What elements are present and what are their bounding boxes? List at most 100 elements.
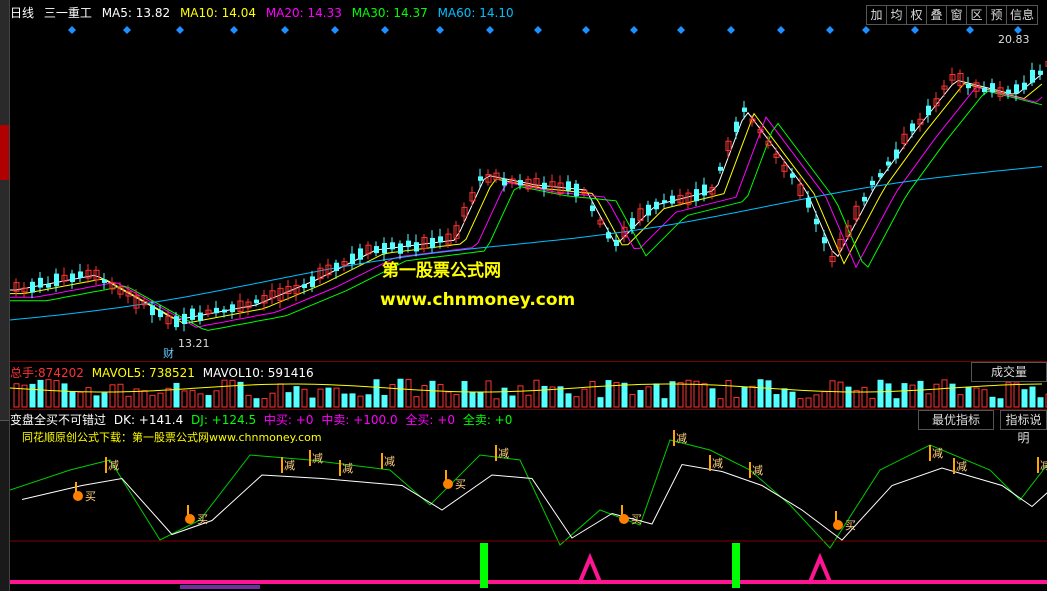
indicator-lines [10, 439, 1047, 549]
volume-bar [405, 378, 412, 408]
mavol5-label: MAVOL5: 738521 [91, 366, 195, 380]
sidebar-tab-kline[interactable] [0, 125, 9, 181]
bottom-purple-strip [180, 585, 260, 589]
bottom-signal-bars [10, 543, 1047, 589]
volume-bar [189, 390, 196, 408]
volume-bar [333, 387, 340, 408]
candle-body [806, 197, 811, 208]
signal-diamond [727, 26, 735, 34]
magenta-spike [808, 552, 832, 583]
volume-bar [669, 381, 676, 408]
best-indicator-button[interactable]: 最优指标 [918, 410, 994, 430]
volume-bar [173, 382, 180, 408]
volume-bar [413, 396, 420, 408]
volume-bar [589, 380, 596, 408]
volume-bar [493, 398, 500, 408]
volume-bar [205, 395, 212, 408]
volume-bar [893, 398, 900, 408]
volume-bar [517, 385, 524, 408]
sidebar-tab-ranking[interactable] [0, 300, 9, 361]
volume-bar [381, 394, 388, 408]
volume-bar [157, 392, 164, 408]
volume-bar [845, 386, 852, 408]
candle-body [254, 299, 259, 304]
volume-bar [245, 394, 252, 408]
candle-body [158, 310, 163, 318]
reduce-label: 减 [342, 462, 353, 475]
volume-bar [317, 388, 324, 408]
candle-body [374, 246, 379, 254]
sidebar-tab-intraday[interactable] [0, 70, 9, 126]
buy-label: 买 [455, 478, 466, 491]
green-signal-bar [480, 543, 488, 588]
buy-dot [619, 514, 629, 524]
reduce-label: 减 [752, 464, 763, 477]
reduce-label: 减 [108, 459, 119, 472]
volume-bar [109, 384, 116, 408]
volume-bar [581, 388, 588, 408]
volume-bar [941, 379, 948, 408]
volume-bar [437, 384, 444, 408]
bottom-magenta-strip [10, 580, 1047, 584]
volume-bar [821, 391, 828, 408]
zhongmai-sell-value: 中卖: +100.0 [321, 413, 398, 427]
volume-bar [197, 393, 204, 408]
signal-diamond [123, 26, 131, 34]
finance-marker[interactable]: 财 [163, 345, 174, 361]
volume-bar [749, 385, 756, 408]
volume-bar [605, 380, 612, 408]
sidebar-tab-watchlist[interactable] [0, 250, 9, 301]
volume-bar [853, 389, 860, 408]
volume-bar [341, 393, 348, 408]
volume-bar [29, 383, 36, 408]
candle-body [566, 181, 571, 191]
reduce-label: 减 [712, 457, 723, 470]
reduce-label: 减 [312, 452, 323, 465]
candle-body [822, 237, 827, 244]
candle-body [382, 243, 387, 254]
volume-bar [557, 386, 564, 408]
volume-bar [477, 391, 484, 408]
volume-bar [357, 395, 364, 408]
indicator-help-button[interactable]: 指标说明 [1000, 410, 1047, 445]
volume-bar [221, 379, 228, 408]
ma-line [10, 83, 1043, 325]
sidebar-tab-diagnosis[interactable] [0, 360, 9, 421]
candle-body [862, 196, 867, 202]
volume-bar [837, 381, 844, 408]
volume-bar [469, 391, 476, 408]
volume-bar [957, 394, 964, 408]
candle-body [702, 184, 707, 196]
candle-body [894, 149, 899, 159]
sidebar-tab-apps[interactable] [0, 0, 9, 71]
candle-body [670, 195, 675, 204]
volume-bar [1037, 397, 1044, 408]
volume-bar [93, 395, 100, 408]
volume-bar [565, 393, 572, 408]
left-sidebar [0, 0, 10, 591]
volume-bar [421, 385, 428, 408]
indicator-name: 变盘全买不可错过 [10, 413, 107, 427]
reduce-label: 减 [284, 459, 295, 472]
candle-body [518, 180, 523, 186]
volume-indicator-button[interactable]: 成交量 [971, 362, 1047, 382]
reduce-label: 减 [956, 460, 967, 473]
volume-bar [277, 383, 284, 408]
divider-volume-indicator [10, 409, 1047, 410]
volume-bar [1029, 386, 1036, 408]
candle-body [398, 243, 403, 254]
volume-bar [525, 394, 532, 408]
volume-bar [293, 386, 300, 408]
candle-body [150, 305, 155, 316]
volume-bar [717, 398, 724, 408]
buy-label: 买 [197, 513, 208, 526]
watermark-url: www.chnmoney.com [380, 290, 576, 310]
volume-bar [869, 397, 876, 408]
candle-body [1022, 82, 1027, 90]
reduce-label: 减 [1040, 459, 1047, 472]
ma-line [10, 73, 1043, 321]
volume-bar [909, 384, 916, 408]
indicator-legend: 变盘全买不可错过 DK: +141.4 DJ: +124.5 中买: +0 中卖… [10, 411, 516, 428]
sidebar-tab-stock-info[interactable] [0, 180, 9, 251]
volume-bar [13, 383, 20, 408]
